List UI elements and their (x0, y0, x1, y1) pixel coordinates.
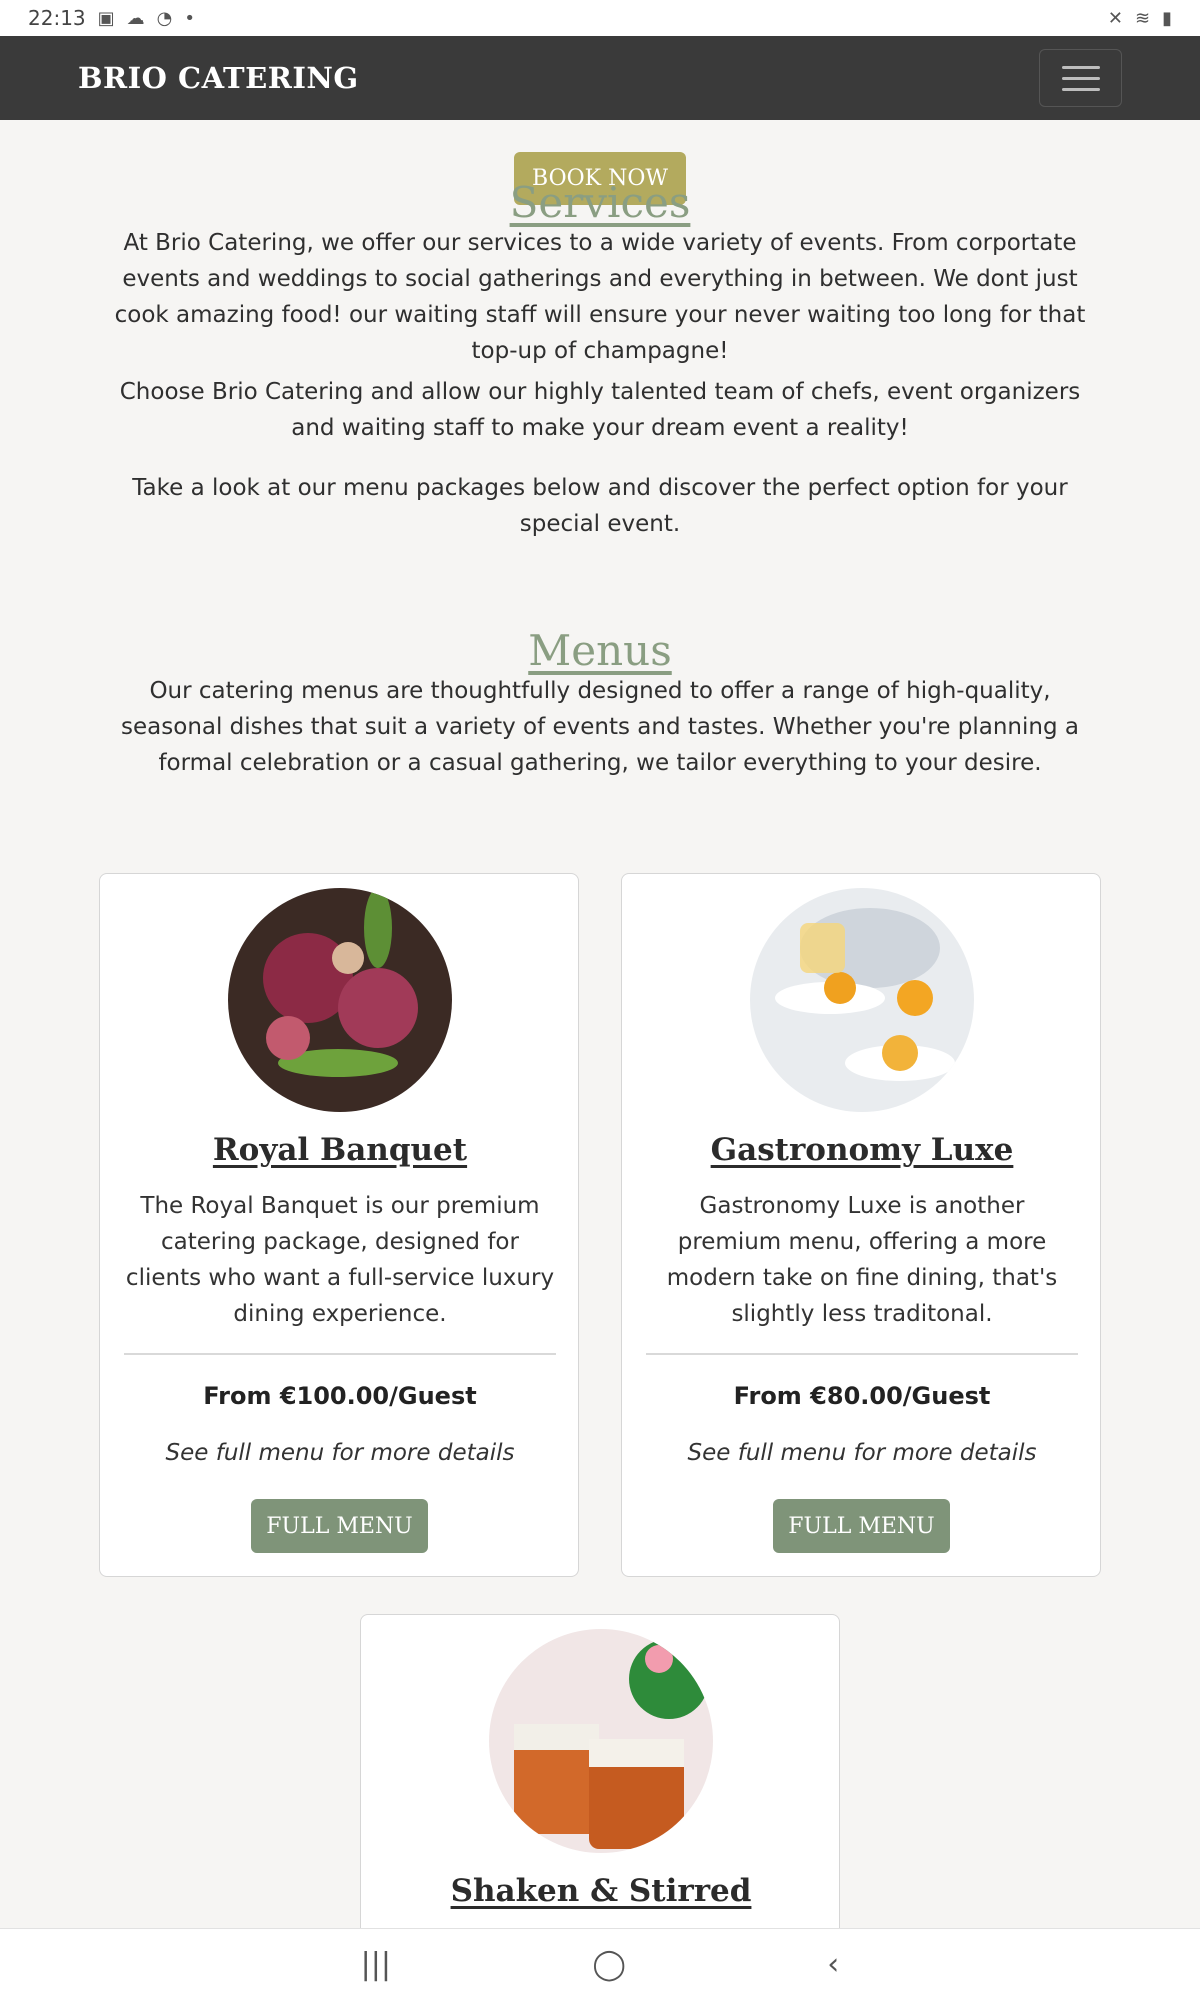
status-bar-left: 22:13 ▣ ☁ ◔ • (28, 6, 195, 30)
battery-icon: ▮ (1162, 7, 1172, 29)
royal-banquet-title[interactable]: Royal Banquet (100, 1132, 580, 1168)
gastronomy-luxe-image (750, 888, 974, 1112)
menu-card-gastronomy-luxe: Gastronomy Luxe Gastronomy Luxe is anoth… (621, 873, 1101, 1577)
gastronomy-luxe-note: See full menu for more details (687, 1440, 1037, 1466)
royal-banquet-image (228, 888, 452, 1112)
gastronomy-luxe-title[interactable]: Gastronomy Luxe (622, 1132, 1102, 1168)
menu-card-shaken-stirred: Shaken & Stirred (360, 1614, 840, 1928)
gastronomy-luxe-full-menu-button[interactable]: FULL MENU (773, 1499, 950, 1553)
system-navigation-bar: ||| ◯ ‹ (0, 1928, 1200, 2000)
mute-icon: ✕ (1107, 7, 1123, 29)
cloud-icon: ☁ (126, 7, 145, 29)
menus-intro: Our catering menus are thoughtfully desi… (121, 678, 1079, 776)
gastronomy-luxe-description: Gastronomy Luxe is another premium menu,… (666, 1193, 1058, 1327)
royal-banquet-price: From €100.00/Guest (203, 1382, 477, 1410)
whatsapp-icon: ◔ (156, 7, 173, 29)
royal-banquet-note: See full menu for more details (165, 1440, 515, 1466)
home-icon[interactable]: ◯ (592, 1947, 626, 1982)
services-heading: Services (509, 178, 691, 227)
menu-card-royal-banquet: Royal Banquet The Royal Banquet is our p… (99, 873, 579, 1577)
gastronomy-luxe-price: From €80.00/Guest (733, 1382, 991, 1410)
image-icon: ▣ (97, 7, 115, 29)
status-bar-right: ✕ ≋ ▮ (1108, 8, 1172, 29)
card-divider (124, 1353, 556, 1355)
top-navbar: BRIO CATERING (0, 36, 1200, 120)
card-divider (646, 1353, 1078, 1355)
dot-icon: • (184, 7, 195, 29)
shaken-stirred-title[interactable]: Shaken & Stirred (361, 1873, 841, 1909)
services-paragraph-2: Choose Brio Catering and allow our highl… (119, 379, 1081, 441)
hamburger-menu-icon[interactable] (1039, 49, 1122, 107)
services-paragraph-1: At Brio Catering, we offer our services … (114, 230, 1086, 364)
services-paragraph-3: Take a look at our menu packages below a… (132, 475, 1068, 537)
status-time: 22:13 (28, 6, 86, 30)
brand-logo[interactable]: BRIO CATERING (78, 61, 359, 95)
royal-banquet-full-menu-button[interactable]: FULL MENU (251, 1499, 428, 1553)
menus-heading: Menus (528, 626, 672, 675)
royal-banquet-description: The Royal Banquet is our premium caterin… (125, 1193, 555, 1327)
recent-apps-icon[interactable]: ||| (361, 1947, 391, 1982)
status-bar: 22:13 ▣ ☁ ◔ • ✕ ≋ ▮ (0, 0, 1200, 36)
back-icon[interactable]: ‹ (827, 1947, 839, 1982)
shaken-stirred-image (489, 1629, 713, 1853)
wifi-icon: ≋ (1135, 7, 1151, 29)
page-content: BOOK NOW Services At Brio Catering, we o… (0, 120, 1200, 1928)
